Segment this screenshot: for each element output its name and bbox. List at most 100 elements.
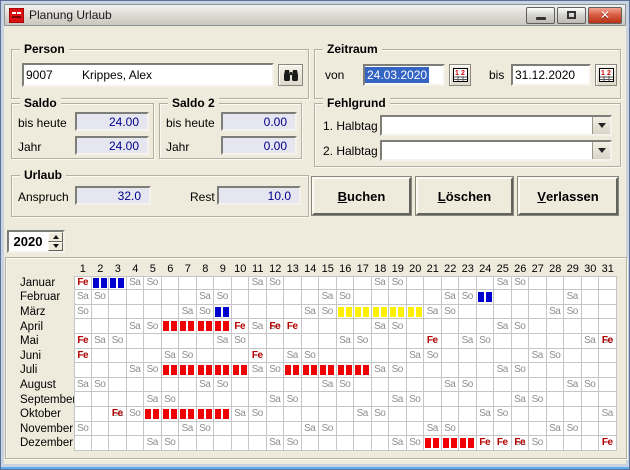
day-cell-juni-16[interactable] bbox=[337, 349, 355, 364]
day-cell-juli-20[interactable] bbox=[407, 363, 425, 378]
day-cell-august-8[interactable]: Sa bbox=[197, 378, 215, 393]
day-cell-dezember-20[interactable]: So bbox=[407, 436, 425, 451]
day-cell-april-20[interactable] bbox=[407, 319, 425, 334]
day-cell-mai-14[interactable] bbox=[302, 334, 320, 349]
day-cell-april-15[interactable] bbox=[319, 319, 337, 334]
day-cell-oktober-11[interactable]: So bbox=[249, 407, 267, 422]
day-cell-märz-15[interactable]: So bbox=[319, 305, 337, 320]
day-cell-april-4[interactable]: Sa bbox=[127, 319, 145, 334]
day-cell-september-7[interactable] bbox=[179, 392, 197, 407]
day-cell-august-16[interactable]: So bbox=[337, 378, 355, 393]
day-cell-februar-19[interactable] bbox=[389, 290, 407, 305]
day-cell-juni-6[interactable]: Sa bbox=[162, 349, 180, 364]
day-cell-november-12[interactable] bbox=[267, 422, 285, 437]
day-cell-oktober-19[interactable] bbox=[389, 407, 407, 422]
day-cell-dezember-10[interactable] bbox=[232, 436, 250, 451]
day-cell-juni-19[interactable] bbox=[389, 349, 407, 364]
day-cell-juni-21[interactable]: So bbox=[424, 349, 442, 364]
day-cell-oktober-22[interactable] bbox=[442, 407, 460, 422]
day-cell-oktober-10[interactable]: Sa bbox=[232, 407, 250, 422]
day-cell-april-31[interactable] bbox=[599, 319, 617, 334]
day-cell-august-23[interactable]: So bbox=[459, 378, 477, 393]
day-cell-mai-18[interactable] bbox=[372, 334, 390, 349]
day-cell-april-22[interactable] bbox=[442, 319, 460, 334]
day-cell-juli-27[interactable] bbox=[529, 363, 547, 378]
day-cell-august-19[interactable] bbox=[389, 378, 407, 393]
day-cell-juni-15[interactable] bbox=[319, 349, 337, 364]
day-cell-februar-30[interactable] bbox=[582, 290, 600, 305]
day-cell-oktober-20[interactable] bbox=[407, 407, 425, 422]
day-cell-oktober-5[interactable] bbox=[144, 407, 162, 422]
day-cell-mai-29[interactable] bbox=[564, 334, 582, 349]
day-cell-september-21[interactable] bbox=[424, 392, 442, 407]
day-cell-märz-3[interactable] bbox=[109, 305, 127, 320]
day-cell-januar-21[interactable] bbox=[424, 276, 442, 291]
day-cell-dezember-6[interactable]: So bbox=[162, 436, 180, 451]
day-cell-september-27[interactable]: So bbox=[529, 392, 547, 407]
day-cell-dezember-29[interactable] bbox=[564, 436, 582, 451]
day-cell-mai-22[interactable] bbox=[442, 334, 460, 349]
day-cell-september-30[interactable] bbox=[582, 392, 600, 407]
day-cell-november-22[interactable]: So bbox=[442, 422, 460, 437]
day-cell-oktober-28[interactable] bbox=[547, 407, 565, 422]
day-cell-mai-16[interactable]: Sa bbox=[337, 334, 355, 349]
halbtag2-dropdown-button[interactable] bbox=[592, 142, 610, 159]
day-cell-april-27[interactable] bbox=[529, 319, 547, 334]
day-cell-märz-18[interactable] bbox=[372, 305, 390, 320]
day-cell-september-25[interactable] bbox=[494, 392, 512, 407]
day-cell-juni-18[interactable] bbox=[372, 349, 390, 364]
day-cell-november-19[interactable] bbox=[389, 422, 407, 437]
day-cell-juli-23[interactable] bbox=[459, 363, 477, 378]
day-cell-märz-29[interactable]: So bbox=[564, 305, 582, 320]
day-cell-september-19[interactable]: Sa bbox=[389, 392, 407, 407]
day-cell-oktober-3[interactable]: SaFe bbox=[109, 407, 127, 422]
day-cell-mai-24[interactable]: So bbox=[477, 334, 495, 349]
day-cell-september-20[interactable]: So bbox=[407, 392, 425, 407]
day-cell-april-3[interactable] bbox=[109, 319, 127, 334]
day-cell-mai-15[interactable] bbox=[319, 334, 337, 349]
day-cell-april-7[interactable] bbox=[179, 319, 197, 334]
day-cell-april-17[interactable] bbox=[354, 319, 372, 334]
day-cell-dezember-26[interactable]: SaFe bbox=[512, 436, 530, 451]
day-cell-juni-4[interactable] bbox=[127, 349, 145, 364]
day-cell-januar-18[interactable]: Sa bbox=[372, 276, 390, 291]
day-cell-august-10[interactable] bbox=[232, 378, 250, 393]
day-cell-januar-2[interactable] bbox=[92, 276, 110, 291]
day-cell-märz-26[interactable] bbox=[512, 305, 530, 320]
maximize-button[interactable] bbox=[557, 7, 586, 24]
day-cell-januar-6[interactable] bbox=[162, 276, 180, 291]
day-cell-november-25[interactable] bbox=[494, 422, 512, 437]
day-cell-september-1[interactable] bbox=[74, 392, 92, 407]
day-cell-april-6[interactable] bbox=[162, 319, 180, 334]
day-cell-august-29[interactable]: Sa bbox=[564, 378, 582, 393]
day-cell-august-6[interactable] bbox=[162, 378, 180, 393]
day-cell-april-28[interactable] bbox=[547, 319, 565, 334]
day-cell-april-25[interactable]: Sa bbox=[494, 319, 512, 334]
day-cell-oktober-25[interactable]: So bbox=[494, 407, 512, 422]
day-cell-november-4[interactable] bbox=[127, 422, 145, 437]
day-cell-juli-11[interactable]: Sa bbox=[249, 363, 267, 378]
day-cell-mai-28[interactable] bbox=[547, 334, 565, 349]
day-cell-august-24[interactable] bbox=[477, 378, 495, 393]
day-cell-september-3[interactable] bbox=[109, 392, 127, 407]
day-cell-april-18[interactable]: Sa bbox=[372, 319, 390, 334]
day-cell-august-9[interactable]: So bbox=[214, 378, 232, 393]
day-cell-august-4[interactable] bbox=[127, 378, 145, 393]
halbtag2-dropdown[interactable] bbox=[380, 140, 612, 161]
day-cell-januar-11[interactable]: Sa bbox=[249, 276, 267, 291]
day-cell-februar-31[interactable] bbox=[599, 290, 617, 305]
day-cell-dezember-15[interactable] bbox=[319, 436, 337, 451]
day-cell-oktober-6[interactable] bbox=[162, 407, 180, 422]
day-cell-juli-4[interactable]: Sa bbox=[127, 363, 145, 378]
day-cell-dezember-19[interactable]: Sa bbox=[389, 436, 407, 451]
loeschen-button[interactable]: Löschen bbox=[416, 177, 513, 215]
day-cell-märz-22[interactable]: So bbox=[442, 305, 460, 320]
day-cell-november-7[interactable]: Sa bbox=[179, 422, 197, 437]
day-cell-juli-7[interactable] bbox=[179, 363, 197, 378]
day-cell-august-2[interactable]: So bbox=[92, 378, 110, 393]
day-cell-januar-9[interactable] bbox=[214, 276, 232, 291]
day-cell-august-31[interactable] bbox=[599, 378, 617, 393]
day-cell-oktober-8[interactable] bbox=[197, 407, 215, 422]
day-cell-januar-22[interactable] bbox=[442, 276, 460, 291]
day-cell-juni-31[interactable] bbox=[599, 349, 617, 364]
